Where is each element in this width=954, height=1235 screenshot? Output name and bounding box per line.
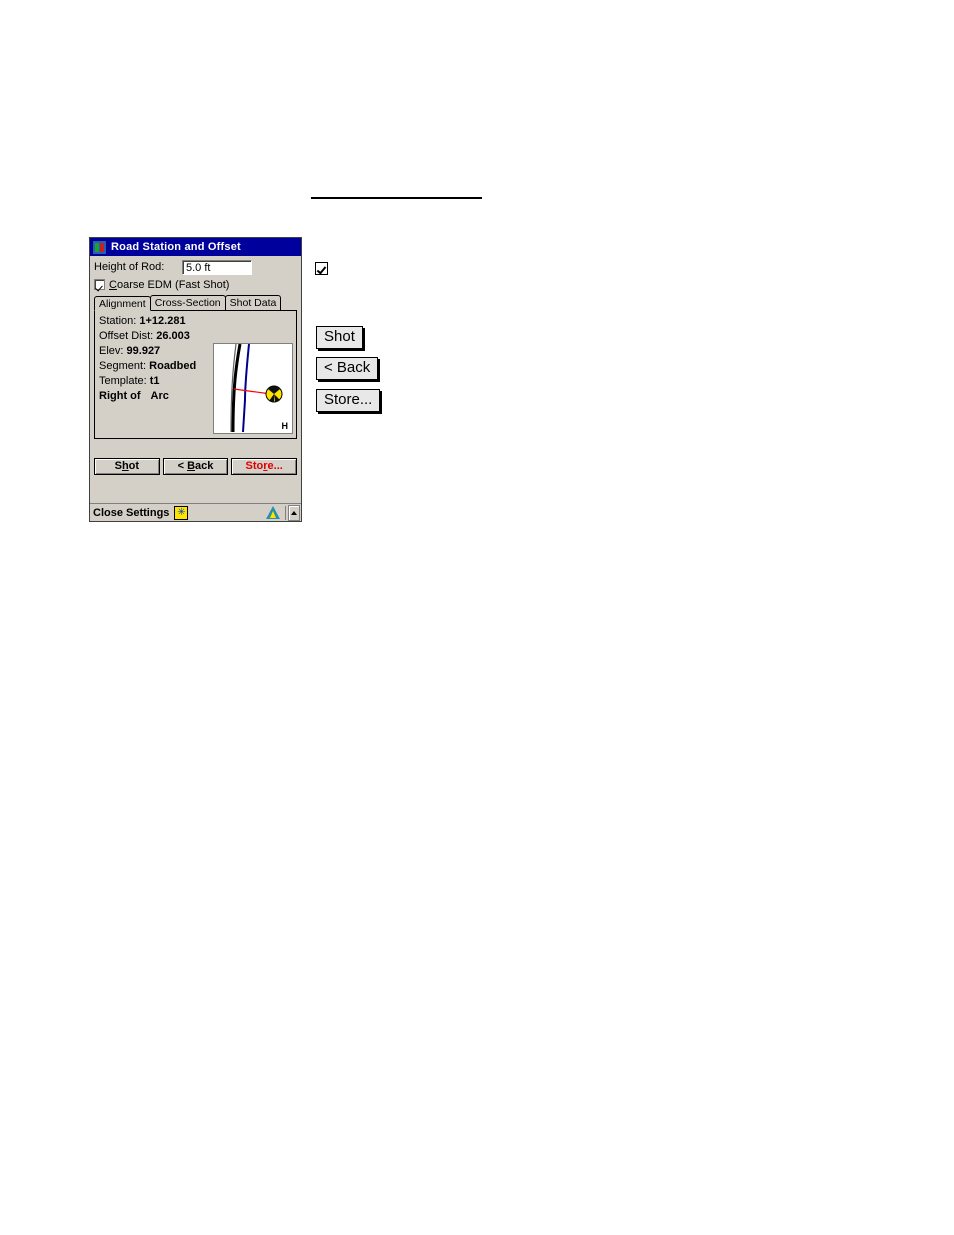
field-offset-dist: Offset Dist: 26.003 [99, 329, 217, 344]
field-offset-dist-value: 26.003 [156, 330, 190, 342]
callout-store-button: Store... [316, 389, 381, 412]
callout-back-button: < Back [316, 357, 379, 380]
field-segment-label: Segment: [99, 360, 147, 372]
window-client-area: Height of Rod: 5.0 ft Coarse EDM (Fast S… [90, 256, 301, 521]
shot-button-mnemonic: h [121, 460, 129, 472]
star-button-icon[interactable] [174, 505, 189, 520]
instrument-triangle-icon[interactable] [266, 505, 281, 520]
field-station-value: 1+12.281 [139, 315, 186, 327]
alignment-tab-panel: Station: 1+12.281 Offset Dist: 26.003 El… [94, 310, 297, 439]
coarse-edm-label-rest: oarse EDM (Fast Shot) [116, 278, 230, 291]
tab-strip: Alignment Cross-Section Shot Data [94, 295, 297, 311]
alignment-map-svg [230, 344, 283, 433]
shot-button[interactable]: Shot [94, 458, 160, 475]
store-button-pre: Sto [245, 460, 264, 472]
alignment-fields: Station: 1+12.281 Offset Dist: 26.003 El… [99, 314, 217, 438]
back-button-pre: < [177, 460, 188, 472]
field-side-of-alignment: Right of Arc [99, 389, 217, 404]
height-of-rod-input[interactable]: 5.0 ft [182, 259, 252, 275]
height-of-rod-label: Height of Rod: [94, 261, 165, 273]
window-titlebar: Road Station and Offset [90, 238, 301, 256]
store-button[interactable]: Store... [231, 458, 298, 475]
field-template: Template: t1 [99, 374, 217, 389]
tab-shot-data[interactable]: Shot Data [224, 295, 282, 310]
coarse-edm-row[interactable]: Coarse EDM (Fast Shot) [94, 277, 297, 292]
status-bar: Close Settings [90, 503, 301, 521]
page-divider-rule [311, 197, 482, 199]
field-offset-dist-label: Offset Dist: [99, 330, 154, 342]
coarse-edm-checkbox[interactable] [94, 279, 105, 290]
coarse-edm-mnemonic: C [109, 278, 117, 291]
field-segment: Segment: Roadbed [99, 359, 217, 374]
back-button[interactable]: < Back [162, 458, 229, 475]
road-station-and-offset-window: Road Station and Offset Height of Rod: 5… [89, 237, 302, 522]
back-button-post: ack [195, 460, 214, 472]
close-settings-label[interactable]: Close Settings [93, 507, 169, 519]
shot-button-post: ot [128, 460, 140, 472]
tab-cross-section[interactable]: Cross-Section [149, 295, 226, 310]
height-of-rod-row: Height of Rod: 5.0 ft [94, 259, 297, 275]
store-button-post: e... [267, 460, 283, 472]
alignment-map-preview[interactable]: H [213, 343, 293, 434]
field-template-label: Template: [99, 375, 147, 387]
field-elev: Elev: 99.927 [99, 344, 217, 359]
road-signs-icon [92, 239, 107, 255]
field-station-label: Station: [99, 315, 137, 327]
coarse-edm-label: Coarse EDM (Fast Shot) [109, 279, 229, 291]
window-title: Road Station and Offset [111, 241, 241, 253]
field-station: Station: 1+12.281 [99, 314, 217, 329]
callout-shot-button: Shot [316, 326, 363, 349]
action-button-row: Shot < Back Store... [94, 458, 298, 475]
offset-distance-line [233, 388, 272, 395]
back-button-mnemonic: B [187, 460, 196, 472]
status-bar-separator [285, 505, 286, 520]
field-elev-value: 99.927 [126, 345, 161, 357]
design-surface-path [242, 344, 250, 433]
field-template-value: t1 [149, 375, 160, 387]
field-side-label: Right of [99, 390, 141, 402]
field-segment-value: Roadbed [149, 360, 197, 372]
panel-filler-strip [94, 439, 297, 457]
shot-button-pre: S [114, 460, 122, 472]
tab-alignment[interactable]: Alignment [94, 296, 151, 311]
field-elev-label: Elev: [99, 345, 124, 357]
callout-checkbox-glyph [315, 262, 328, 275]
map-corner-label: H [281, 421, 289, 431]
field-side-value: Arc [150, 390, 169, 402]
chevron-up-icon[interactable] [288, 504, 300, 521]
